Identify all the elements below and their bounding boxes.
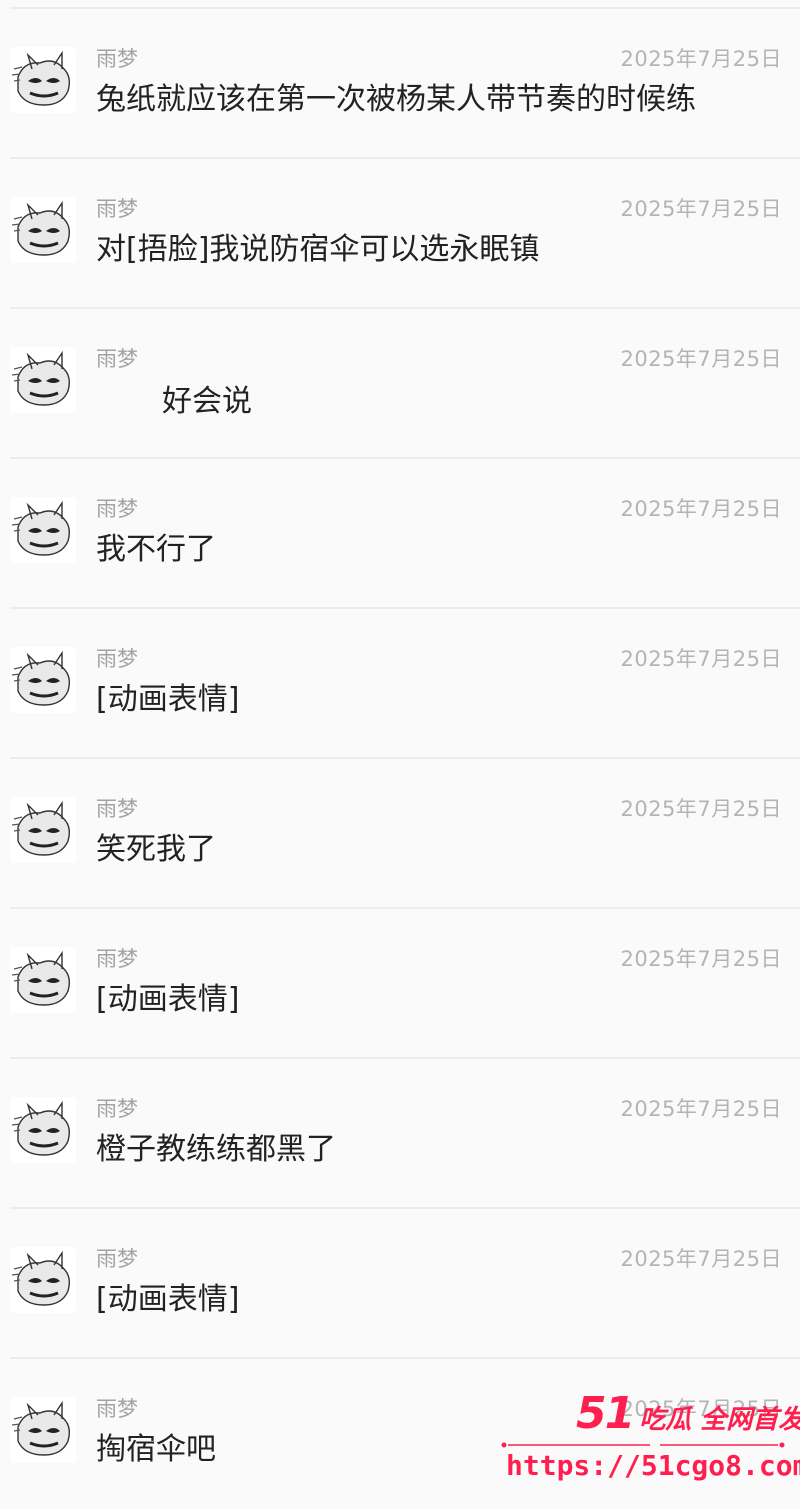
comment-text: 橙子教练练都黑了 (96, 1132, 336, 1167)
comment-text: 我不行了 (96, 532, 216, 567)
cartoon-cat-avatar-icon[interactable] (10, 497, 76, 563)
comment-item[interactable]: 雨梦 2025年7月25日 我不行了 (0, 459, 800, 609)
cartoon-cat-avatar-icon[interactable] (10, 1247, 76, 1313)
cartoon-cat-avatar-icon[interactable] (10, 1397, 76, 1463)
comment-author[interactable]: 雨梦 (96, 345, 138, 373)
comment-item[interactable]: 雨梦 2025年7月25日 橙子教练练都黑了 (0, 1059, 800, 1209)
comment-date: 2025年7月25日 (620, 647, 782, 671)
watermark-url: https://51cgo8.com (506, 1449, 800, 1482)
comment-author[interactable]: 雨梦 (96, 795, 138, 823)
comment-text: 好会说 (162, 384, 252, 419)
comment-text: 对[捂脸]我说防宿伞可以选永眠镇 (96, 232, 540, 267)
cartoon-cat-avatar-icon[interactable] (10, 947, 76, 1013)
watermark-logo: 51 吃瓜 全网首发 (576, 1388, 800, 1446)
comment-text: 掏宿伞吧 (96, 1432, 216, 1467)
comment-date: 2025年7月25日 (620, 1097, 782, 1121)
comment-author[interactable]: 雨梦 (96, 1095, 138, 1123)
comment-date: 2025年7月25日 (620, 497, 782, 521)
comment-text: [动画表情] (96, 682, 240, 717)
comment-date: 2025年7月25日 (620, 197, 782, 221)
comment-item[interactable]: 雨梦 2025年7月25日 笑死我了 (0, 759, 800, 909)
comment-author[interactable]: 雨梦 (96, 195, 138, 223)
comment-date: 2025年7月25日 (620, 47, 782, 71)
comment-item[interactable]: 雨梦 2025年7月25日 [动画表情] (0, 1209, 800, 1359)
watermark-tagline: 吃瓜 全网首发 (639, 1405, 800, 1435)
comment-author[interactable]: 雨梦 (96, 945, 138, 973)
watermark-number: 51 (576, 1388, 635, 1439)
comment-author[interactable]: 雨梦 (96, 645, 138, 673)
cartoon-cat-avatar-icon[interactable] (10, 47, 76, 113)
comment-date: 2025年7月25日 (620, 797, 782, 821)
comment-date: 2025年7月25日 (620, 1247, 782, 1271)
comment-text: [动画表情] (96, 1282, 240, 1317)
cartoon-cat-avatar-icon[interactable] (10, 1097, 76, 1163)
comment-item[interactable]: 雨梦 2025年7月25日 [动画表情] (0, 609, 800, 759)
comment-text: [动画表情] (96, 982, 240, 1017)
comment-text: 笑死我了 (96, 832, 216, 867)
comment-date: 2025年7月25日 (620, 947, 782, 971)
comment-item[interactable]: 雨梦 2025年7月25日 对[捂脸]我说防宿伞可以选永眠镇 (0, 159, 800, 309)
comment-date: 2025年7月25日 (620, 347, 782, 371)
comment-author[interactable]: 雨梦 (96, 495, 138, 523)
comment-text: 兔纸就应该在第一次被杨某人带节奏的时候练 (96, 82, 696, 117)
cartoon-cat-avatar-icon[interactable] (10, 647, 76, 713)
cartoon-cat-avatar-icon[interactable] (10, 197, 76, 263)
cartoon-cat-avatar-icon[interactable] (10, 797, 76, 863)
comment-author[interactable]: 雨梦 (96, 45, 138, 73)
comment-author[interactable]: 雨梦 (96, 1245, 138, 1273)
comment-item[interactable]: 雨梦 2025年7月25日 好会说 (0, 309, 800, 459)
cartoon-cat-avatar-icon[interactable] (10, 347, 76, 413)
comment-item[interactable]: 雨梦 2025年7月25日 [动画表情] (0, 909, 800, 1059)
comment-author[interactable]: 雨梦 (96, 1395, 138, 1423)
watermark: 51 吃瓜 全网首发 https://51cgo8.com (498, 1388, 800, 1494)
comment-item[interactable]: 雨梦 2025年7月25日 兔纸就应该在第一次被杨某人带节奏的时候练 (0, 9, 800, 159)
